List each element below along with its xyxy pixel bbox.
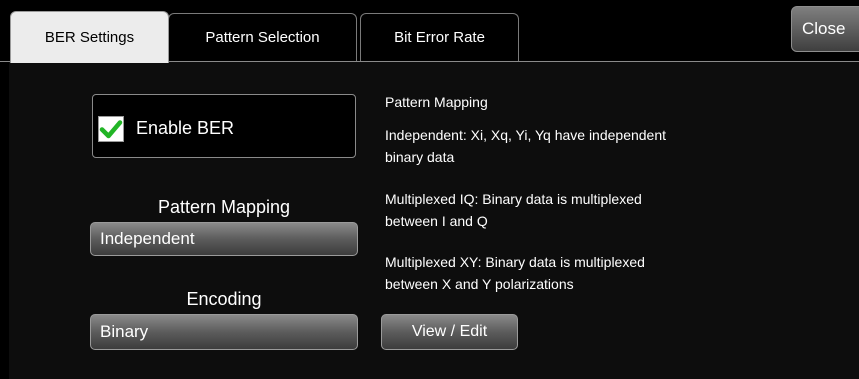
info-heading: Pattern Mapping xyxy=(385,94,488,110)
pattern-mapping-label: Pattern Mapping xyxy=(157,197,291,217)
info-mux-xy-line1: Multiplexed XY: Binary data is multiplex… xyxy=(385,254,645,270)
encoding-label: Encoding xyxy=(186,289,262,309)
tab-bar: BER Settings Pattern Selection Bit Error… xyxy=(0,0,859,63)
encoding-dropdown[interactable]: Binary xyxy=(90,314,358,350)
pattern-mapping-dropdown[interactable]: Independent xyxy=(90,222,358,256)
tab-label: Bit Error Rate xyxy=(394,29,485,46)
enable-ber-checkbox[interactable] xyxy=(98,116,124,142)
info-mux-iq-line2: between I and Q xyxy=(385,213,488,229)
info-independent-line2: binary data xyxy=(385,149,455,165)
enable-ber-label: Enable BER xyxy=(136,118,235,138)
encoding-value: Binary xyxy=(100,322,149,341)
checkmark-icon xyxy=(99,120,123,139)
tab-label: BER Settings xyxy=(44,29,135,46)
close-button[interactable]: Close xyxy=(791,6,859,52)
view-edit-button[interactable]: View / Edit xyxy=(381,314,518,350)
info-mux-iq-line1: Multiplexed IQ: Binary data is multiplex… xyxy=(385,191,642,207)
info-mux-xy-line2: between X and Y polarizations xyxy=(385,276,574,292)
info-independent-line1: Independent: Xi, Xq, Yi, Yq have indepen… xyxy=(385,127,667,143)
tab-label: Pattern Selection xyxy=(205,29,320,46)
tab-pattern-selection[interactable]: Pattern Selection xyxy=(168,13,357,61)
tab-bit-error-rate[interactable]: Bit Error Rate xyxy=(360,13,519,61)
tab-ber-settings[interactable]: BER Settings xyxy=(10,11,169,63)
pattern-mapping-value: Independent xyxy=(100,229,195,248)
view-edit-label: View / Edit xyxy=(411,323,488,340)
close-label: Close xyxy=(802,19,846,38)
